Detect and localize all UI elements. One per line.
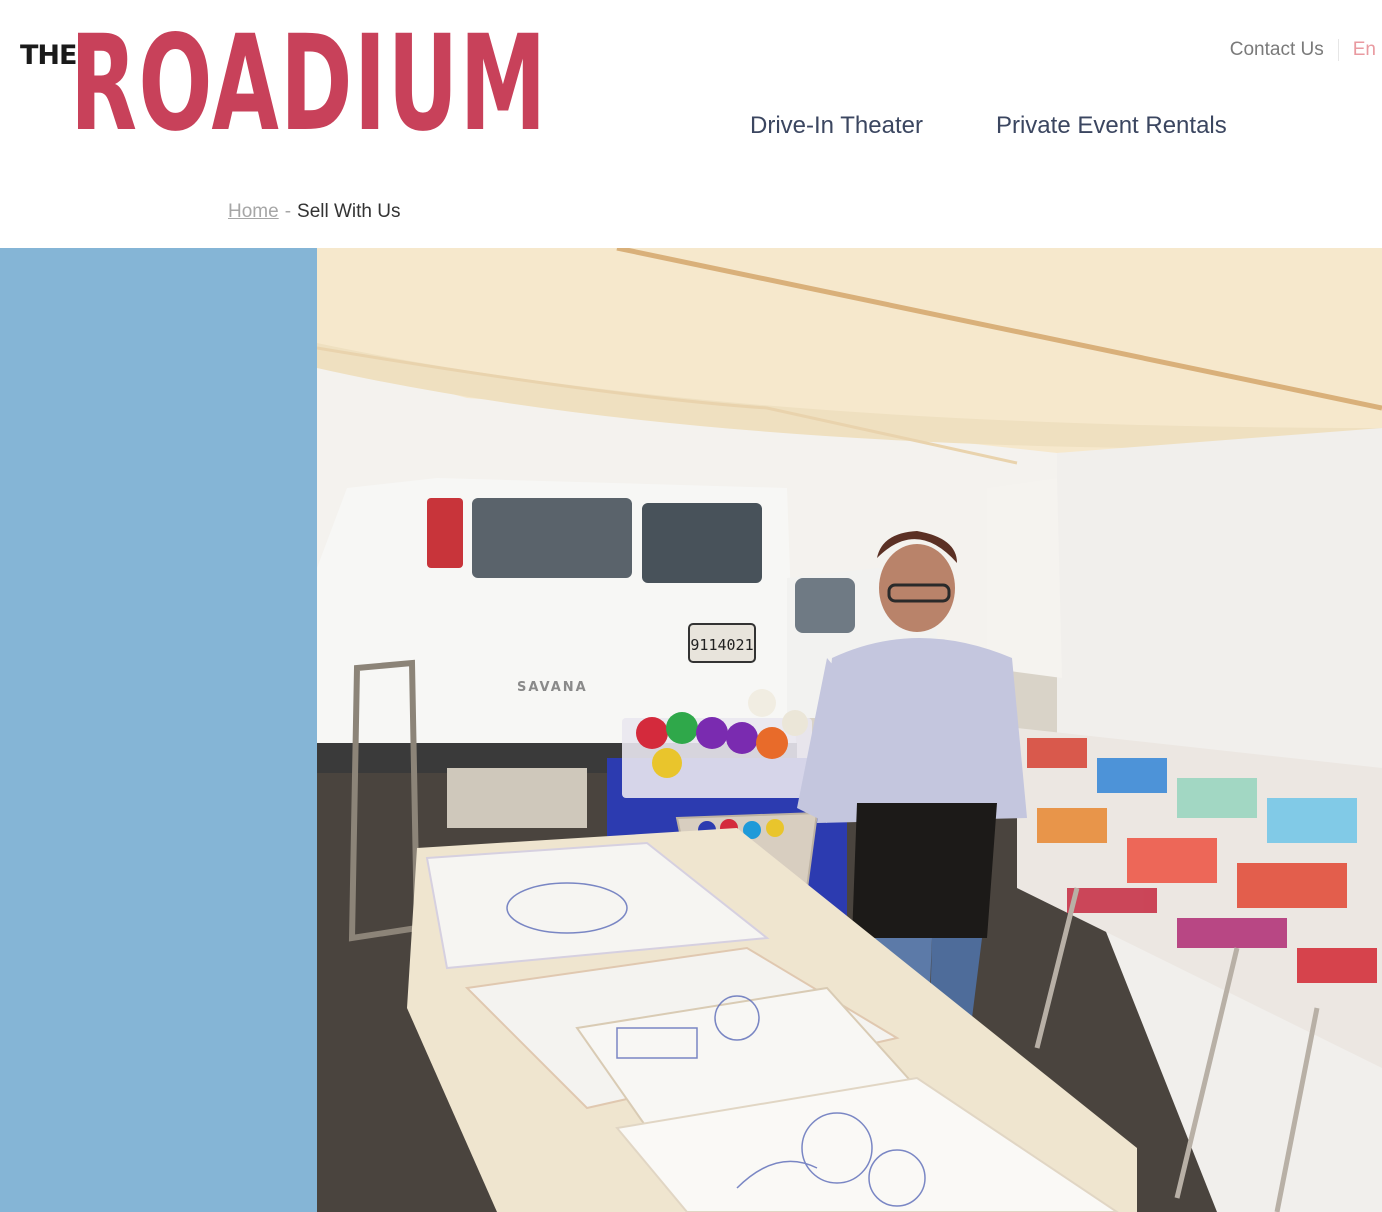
nav-drive-in-theater[interactable]: Drive-In Theater bbox=[750, 112, 923, 140]
site-header: THE ROADIUM Contact Us En Drive-In Theat… bbox=[0, 0, 1382, 248]
nav-private-event-rentals[interactable]: Private Event Rentals bbox=[996, 112, 1227, 140]
logo-wordmark: ROADIUM bbox=[70, 7, 548, 161]
van-badge: SAVANA bbox=[517, 680, 588, 695]
side-color-panel bbox=[0, 248, 317, 1212]
contact-us-link[interactable]: Contact Us bbox=[1230, 39, 1324, 61]
breadcrumb-home-link[interactable]: Home bbox=[228, 201, 279, 222]
utility-nav: Contact Us En bbox=[1230, 39, 1376, 61]
logo-prefix: THE bbox=[20, 40, 77, 71]
utility-divider bbox=[1337, 39, 1339, 61]
main-nav: Drive-In Theater Private Event Rentals bbox=[750, 112, 1300, 140]
breadcrumb: Home - Sell With Us bbox=[228, 201, 400, 223]
breadcrumb-separator: - bbox=[284, 201, 292, 222]
language-switch[interactable]: En bbox=[1353, 39, 1376, 61]
hero-photo: 9114021 SAVANA bbox=[317, 248, 1382, 1212]
breadcrumb-current: Sell With Us bbox=[297, 201, 401, 222]
license-plate: 9114021 bbox=[690, 636, 753, 654]
